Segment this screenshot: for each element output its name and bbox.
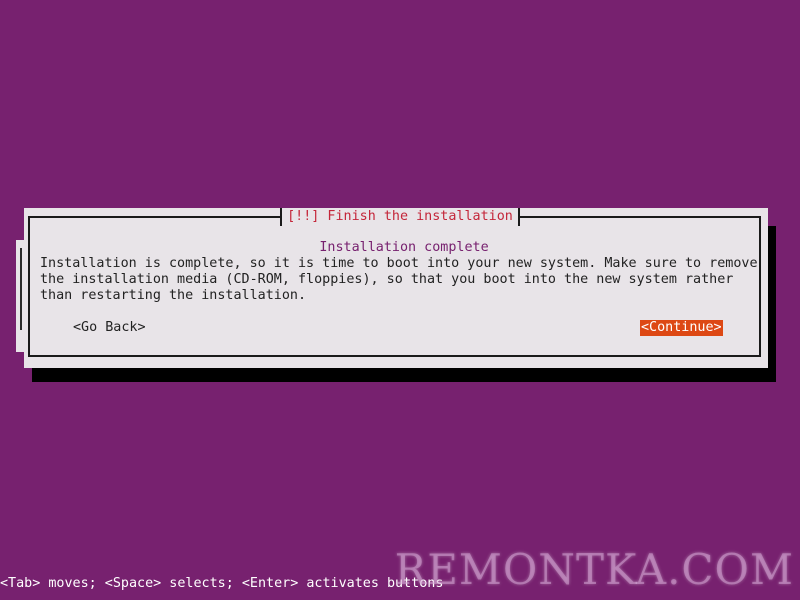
message-line: Installation is complete, so it is time …	[40, 256, 758, 271]
dialog-title: [!!] Finish the installation	[280, 208, 520, 226]
message-line: than restarting the installation.	[40, 288, 307, 303]
dialog-heading: Installation complete	[319, 240, 489, 255]
go-back-button[interactable]: <Go Back>	[72, 320, 147, 336]
finish-installation-dialog: [!!] Finish the installation Installatio…	[24, 208, 768, 368]
continue-button[interactable]: <Continue>	[640, 320, 723, 336]
dialog-title-wrap: [!!] Finish the installation	[24, 208, 768, 226]
dialog-message: Installation is complete, so it is time …	[40, 256, 760, 304]
keyboard-help-bar: <Tab> moves; <Space> selects; <Enter> ac…	[0, 576, 444, 591]
message-line: the installation media (CD-ROM, floppies…	[40, 272, 734, 287]
background-dialog-border	[20, 248, 22, 330]
installer-screen: [!!] Finish the installation Installatio…	[0, 0, 800, 600]
